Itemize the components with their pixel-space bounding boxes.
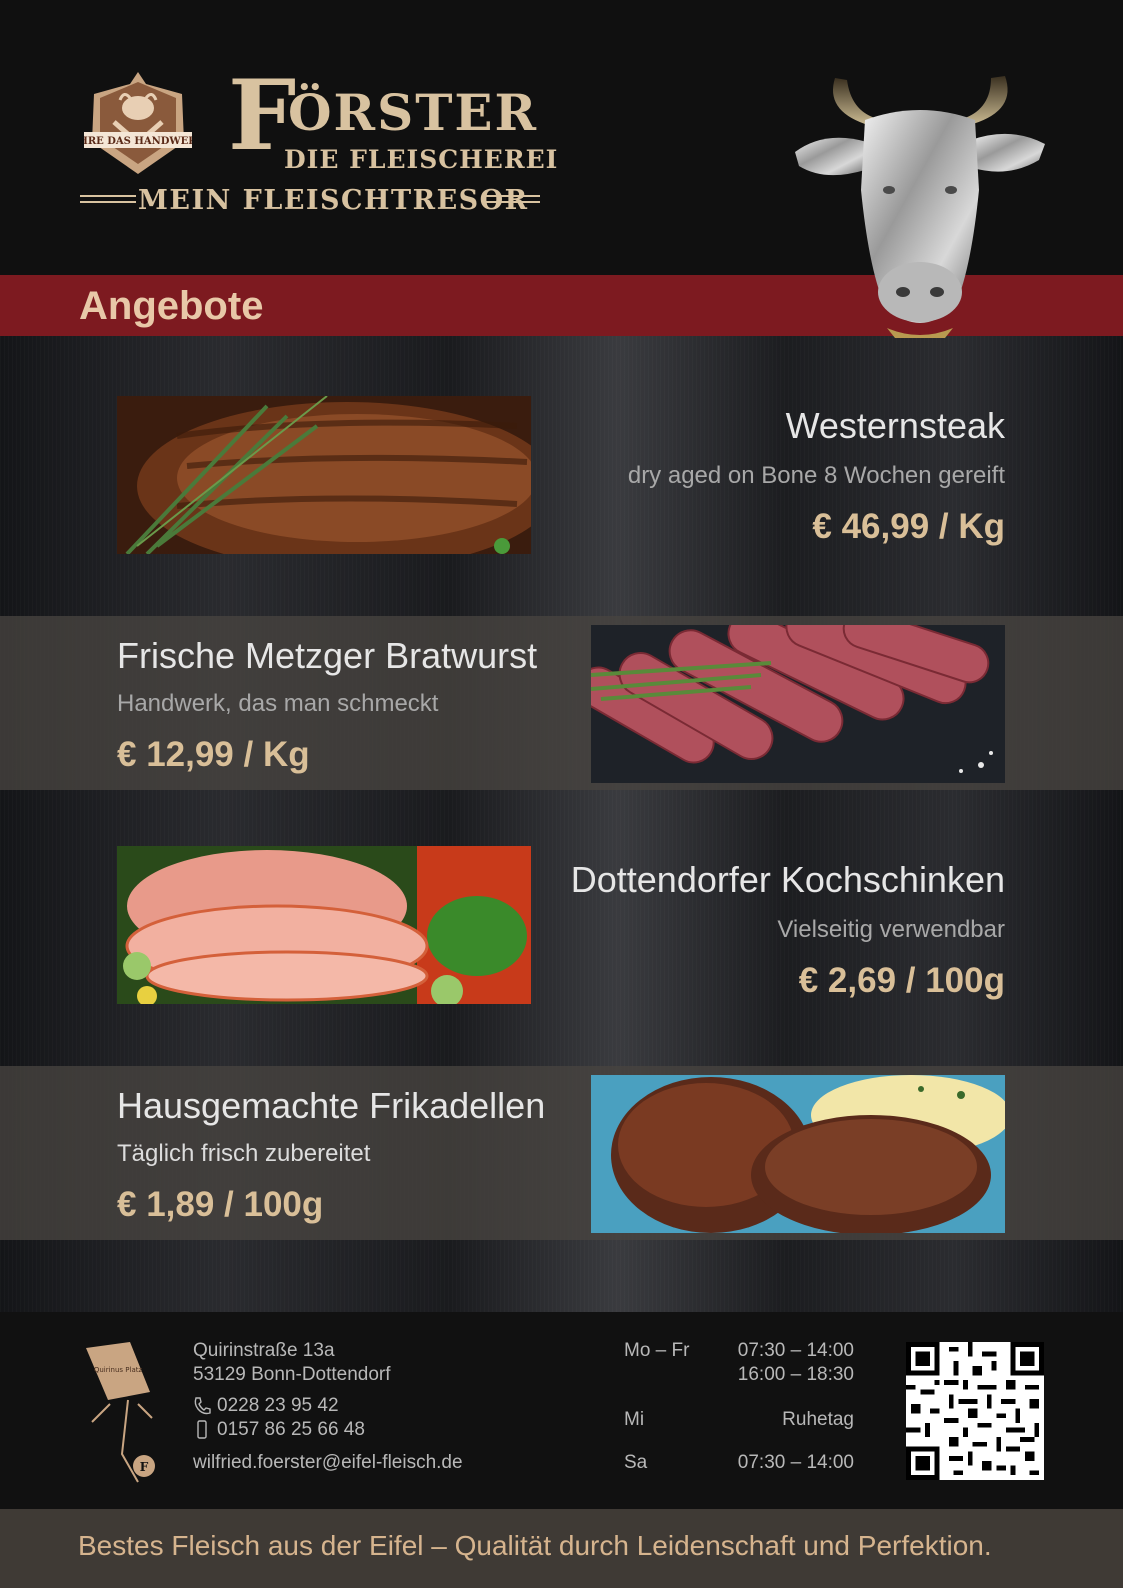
offer-description: Täglich frisch zubereitet <box>117 1140 371 1167</box>
offer-price: € 1,89 / 100g <box>117 1185 324 1224</box>
qr-code[interactable] <box>906 1342 1044 1480</box>
hours-saturday-value: 07:30 – 14:00 <box>737 1452 854 1473</box>
footer: Quirinus Platz F Quirinstraße 13a 53129 … <box>0 1312 1123 1509</box>
brand-tagline-text: MEIN FLEISCHTRESOR <box>138 185 529 216</box>
offer-price: € 2,69 / 100g <box>798 961 1005 1000</box>
offer-name: Dottendorfer Kochschinken <box>570 859 1005 900</box>
svg-text:Quirinus Platz: Quirinus Platz <box>94 1366 143 1374</box>
divider-right <box>484 195 540 203</box>
address-street: Quirinstraße 13a <box>193 1340 335 1361</box>
slogan: Bestes Fleisch aus der Eifel – Qualität … <box>78 1530 992 1561</box>
offer-name: Westernsteak <box>785 405 1005 446</box>
offer-row: Hausgemachte Frikadellen Täglich frisch … <box>0 1066 1123 1240</box>
svg-text:EHRE DAS HANDWERK: EHRE DAS HANDWERK <box>84 136 192 147</box>
offer-price: € 46,99 / Kg <box>812 507 1005 546</box>
brand-tagline: MEIN FLEISCHTRESOR <box>80 184 544 220</box>
phone-icon <box>194 1397 211 1415</box>
offer-row: Westernsteak dry aged on Bone 8 Wochen g… <box>0 336 1123 616</box>
steak-photo <box>117 396 531 554</box>
slogan-bar: Bestes Fleisch aus der Eifel – Qualität … <box>0 1509 1123 1588</box>
offers-title: Angebote <box>79 284 264 328</box>
offer-name: Frische Metzger Bratwurst <box>117 635 538 676</box>
brand-subtitle: DIE FLEISCHEREI <box>284 145 559 174</box>
header: EHRE DAS HANDWERK F ÖRSTER DIE FLEISCHER… <box>0 0 1123 338</box>
meatball-photo <box>591 1075 1005 1233</box>
offer-row: Dottendorfer Kochschinken Vielseitig ver… <box>0 790 1123 1066</box>
address-city: 53129 Bonn-Dottendorf <box>193 1364 391 1385</box>
mobile-number[interactable]: 0157 86 25 66 48 <box>217 1418 365 1442</box>
ham-photo <box>117 846 531 1004</box>
sausage-photo <box>591 625 1005 783</box>
svg-text:F: F <box>140 1460 149 1474</box>
hours-weekdays-afternoon: 16:00 – 18:30 <box>737 1364 854 1385</box>
hours-weekdays-label: Mo – Fr <box>624 1340 690 1361</box>
mobile-phone-icon <box>197 1420 207 1439</box>
offers-section: Westernsteak dry aged on Bone 8 Wochen g… <box>0 336 1123 1312</box>
hours-wednesday-value: Ruhetag <box>782 1409 854 1430</box>
offer-description: Handwerk, das man schmeckt <box>117 690 439 717</box>
offer-description: Vielseitig verwendbar <box>777 916 1005 943</box>
offer-row: Frische Metzger Bratwurst Handwerk, das … <box>0 616 1123 790</box>
offer-price: € 12,99 / Kg <box>117 735 310 774</box>
divider-left <box>80 195 136 203</box>
quirinus-platz-logo: Quirinus Platz F <box>86 1342 155 1483</box>
phone-number[interactable]: 0228 23 95 42 <box>217 1394 339 1418</box>
offer-description: dry aged on Bone 8 Wochen gereift <box>627 462 1005 489</box>
offer-name: Hausgemachte Frikadellen <box>117 1085 546 1126</box>
brand-name: ÖRSTER <box>288 83 539 142</box>
bull-head-sculpture <box>795 76 1045 338</box>
hours-wednesday-label: Mi <box>624 1409 645 1430</box>
hours-weekdays-morning: 07:30 – 14:00 <box>737 1340 854 1361</box>
hours-saturday-label: Sa <box>624 1452 648 1473</box>
butcher-crest-logo: EHRE DAS HANDWERK <box>84 72 192 174</box>
email-link[interactable]: wilfried.foerster@eifel-fleisch.de <box>193 1451 463 1475</box>
